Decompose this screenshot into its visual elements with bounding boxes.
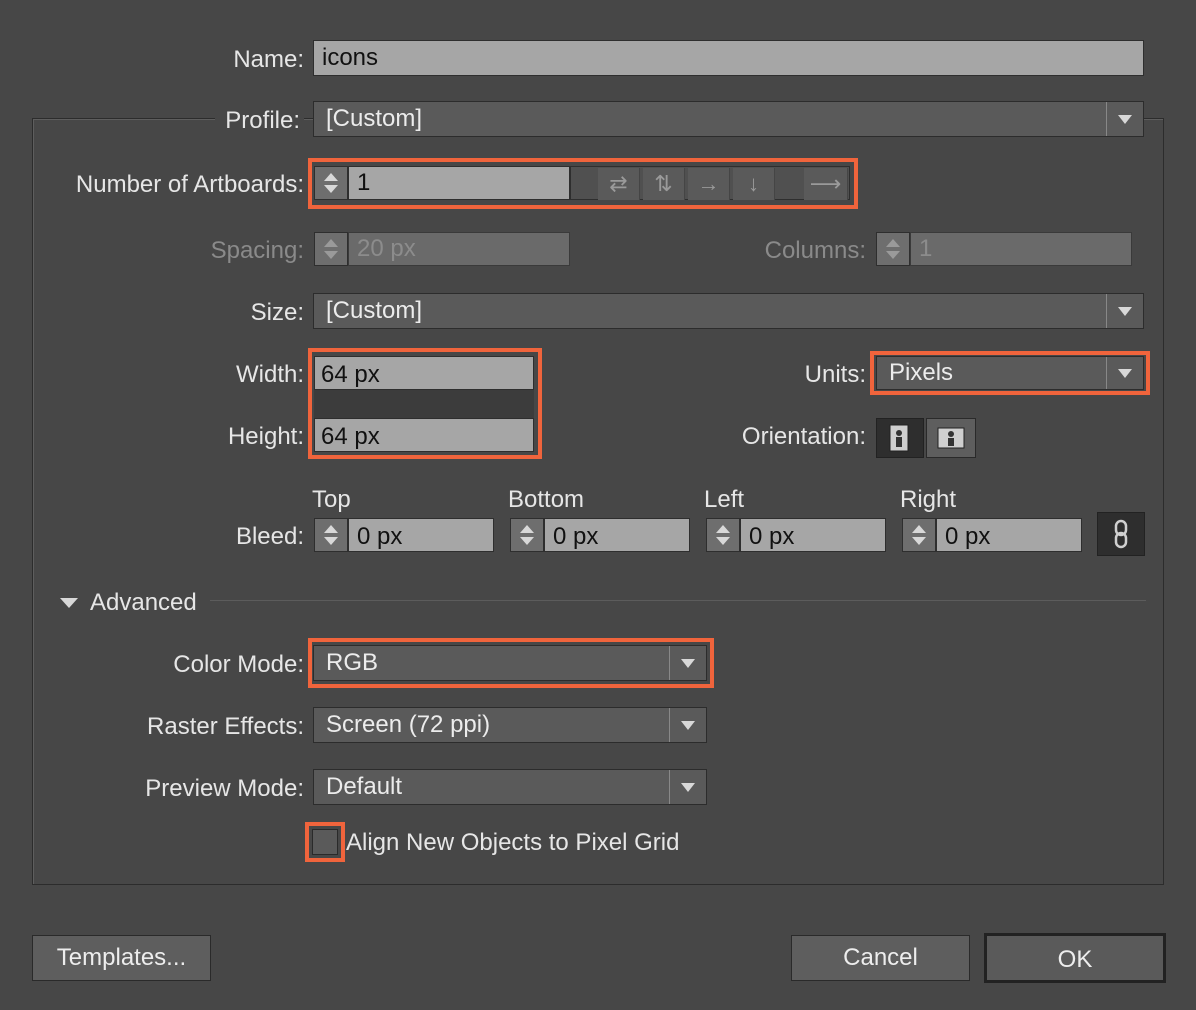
color-mode-label: Color Mode:	[173, 650, 304, 680]
align-pixel-grid-checkbox[interactable]	[312, 829, 338, 855]
height-input[interactable]: 64 px	[314, 418, 534, 452]
name-label: Name:	[233, 45, 304, 75]
grid-by-column-icon[interactable]: ⇅	[643, 168, 685, 200]
bleed-bottom-label: Bottom	[508, 485, 584, 515]
size-select-value: [Custom]	[326, 297, 422, 324]
bleed-top-input[interactable]: 0 px	[348, 518, 494, 552]
bleed-right-label: Right	[900, 485, 956, 515]
width-label: Width:	[236, 360, 304, 390]
chevron-down-icon	[1106, 102, 1143, 136]
columns-stepper[interactable]	[876, 232, 910, 266]
cancel-button[interactable]: Cancel	[791, 935, 970, 981]
units-select[interactable]: Pixels	[876, 356, 1144, 390]
bleed-left-input[interactable]: 0 px	[740, 518, 886, 552]
bleed-left-label: Left	[704, 485, 744, 515]
landscape-icon[interactable]	[926, 418, 976, 458]
size-label: Size:	[251, 298, 304, 328]
bleed-bottom-stepper[interactable]	[510, 518, 544, 552]
grid-by-row-icon[interactable]: ⇄	[598, 168, 640, 200]
profile-label: Profile:	[215, 106, 304, 136]
templates-button[interactable]: Templates...	[32, 935, 211, 981]
spacing-input[interactable]: 20 px	[348, 232, 570, 266]
spacing-stepper[interactable]	[314, 232, 348, 266]
chevron-down-icon	[1106, 294, 1143, 328]
raster-effects-value: Screen (72 ppi)	[326, 711, 490, 738]
chevron-down-icon	[669, 708, 706, 742]
change-to-rtl-icon[interactable]: ⟶	[804, 168, 848, 200]
orientation-label: Orientation:	[742, 422, 866, 452]
spacing-label: Spacing:	[211, 236, 304, 266]
advanced-divider	[210, 600, 1146, 601]
align-pixel-grid-label[interactable]: Align New Objects to Pixel Grid	[346, 828, 679, 858]
chevron-down-icon	[1106, 357, 1143, 389]
chevron-down-icon	[669, 770, 706, 804]
triangle-down-icon	[60, 598, 78, 608]
bleed-bottom-input[interactable]: 0 px	[544, 518, 690, 552]
preview-mode-label: Preview Mode:	[145, 774, 304, 804]
columns-label: Columns:	[765, 236, 866, 266]
advanced-disclosure[interactable]: Advanced	[60, 588, 197, 618]
portrait-icon[interactable]	[876, 418, 924, 458]
raster-effects-select[interactable]: Screen (72 ppi)	[313, 707, 707, 743]
link-icon[interactable]	[1097, 512, 1145, 556]
profile-select[interactable]: [Custom]	[313, 101, 1144, 137]
width-input[interactable]: 64 px	[314, 356, 534, 390]
bleed-top-label: Top	[312, 485, 351, 515]
preview-mode-select[interactable]: Default	[313, 769, 707, 805]
preview-mode-value: Default	[326, 773, 402, 800]
height-label: Height:	[228, 422, 304, 452]
arrange-by-column-icon[interactable]: ↓	[733, 168, 775, 200]
bleed-right-input[interactable]: 0 px	[936, 518, 1082, 552]
artboards-stepper[interactable]	[314, 166, 348, 200]
ok-button[interactable]: OK	[984, 933, 1166, 983]
units-select-value: Pixels	[889, 359, 953, 386]
bleed-right-stepper[interactable]	[902, 518, 936, 552]
bleed-left-stepper[interactable]	[706, 518, 740, 552]
columns-input[interactable]: 1	[910, 232, 1132, 266]
advanced-label: Advanced	[90, 589, 197, 617]
bleed-label: Bleed:	[236, 522, 304, 552]
name-input[interactable]: icons	[313, 40, 1144, 76]
units-label: Units:	[805, 360, 866, 390]
artboards-input[interactable]: 1	[348, 166, 570, 200]
chevron-down-icon	[669, 646, 706, 680]
artboards-label: Number of Artboards:	[76, 170, 304, 200]
size-select[interactable]: [Custom]	[313, 293, 1144, 329]
profile-select-value: [Custom]	[326, 105, 422, 132]
raster-effects-label: Raster Effects:	[147, 712, 304, 742]
color-mode-value: RGB	[326, 649, 378, 676]
arrange-by-row-icon[interactable]: →	[688, 168, 730, 200]
bleed-top-stepper[interactable]	[314, 518, 348, 552]
color-mode-select[interactable]: RGB	[313, 645, 707, 681]
